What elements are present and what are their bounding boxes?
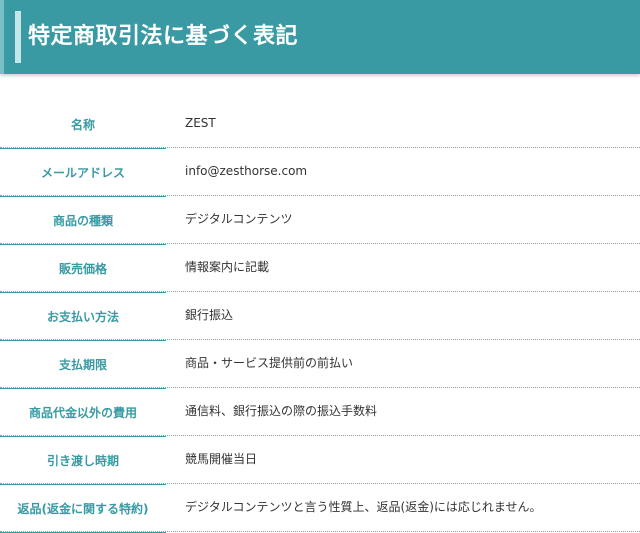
row-label: 商品の種類: [0, 196, 166, 245]
row-label: お支払い方法: [0, 292, 166, 341]
row-label: メールアドレス: [0, 148, 166, 197]
row-label: 名称: [0, 100, 166, 149]
row-value: 通信料、銀行振込の際の振込手数料: [185, 404, 378, 418]
row-value: デジタルコンテンツと言う性質上、返品(返金)には応じれません。: [185, 500, 542, 514]
row-label: 引き渡し時期: [0, 436, 166, 485]
table-row-product-type: 商品の種類 デジタルコンテンツ: [0, 196, 640, 245]
legal-info-table: 名称 ZEST メールアドレス info@zesthorse.com 商品の種類…: [0, 100, 640, 533]
table-row-delivery-time: 引き渡し時期 競馬開催当日: [0, 436, 640, 485]
table-row-price: 販売価格 情報案内に記載: [0, 244, 640, 293]
row-value: 商品・サービス提供前の前払い: [185, 356, 354, 370]
row-label: 支払期限: [0, 340, 166, 389]
row-value: ZEST: [185, 116, 216, 130]
table-row-returns: 返品(返金に関する特約) デジタルコンテンツと言う性質上、返品(返金)には応じれ…: [0, 484, 640, 533]
row-label: 返品(返金に関する特約): [0, 484, 166, 533]
row-value: 情報案内に記載: [185, 260, 270, 274]
email-value[interactable]: info@zesthorse.com: [185, 148, 307, 195]
row-label: 商品代金以外の費用: [0, 388, 166, 437]
page-title: 特定商取引法に基づく表記: [28, 24, 299, 49]
row-value: 銀行振込: [185, 308, 234, 322]
table-row-payment-deadline: 支払期限 商品・サービス提供前の前払い: [0, 340, 640, 389]
header-accent-line: [15, 11, 21, 63]
table-row-name: 名称 ZEST: [0, 100, 640, 149]
row-value: デジタルコンテンツ: [185, 212, 293, 226]
row-value: 競馬開催当日: [185, 452, 258, 466]
table-row-extra-fees: 商品代金以外の費用 通信料、銀行振込の際の振込手数料: [0, 388, 640, 437]
table-row-email: メールアドレス info@zesthorse.com: [0, 148, 640, 197]
page-header: 特定商取引法に基づく表記: [0, 0, 640, 74]
row-label: 販売価格: [0, 244, 166, 293]
table-row-payment-method: お支払い方法 銀行振込: [0, 292, 640, 341]
